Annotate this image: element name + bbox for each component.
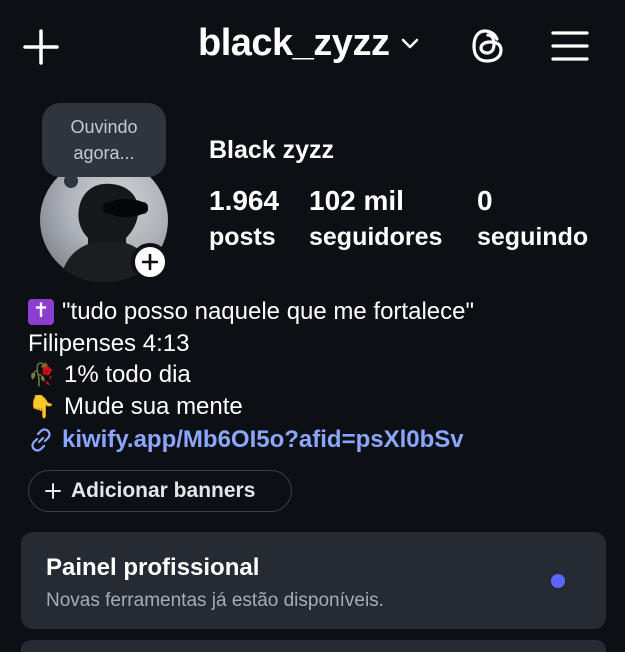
username: black_zyzz	[198, 22, 390, 64]
following-count: 0	[477, 185, 493, 216]
bio-line-1: ✝ "tudo posso naquele que me fortalece"	[28, 296, 474, 328]
create-button[interactable]	[20, 26, 62, 68]
stat-following[interactable]: 0 seguindo	[477, 184, 588, 256]
top-bar: black_zyzz	[0, 0, 625, 95]
stat-posts[interactable]: 1.964 posts	[209, 184, 279, 256]
notification-dot	[551, 574, 565, 588]
wilted-rose-icon: 🥀	[28, 362, 56, 387]
followers-label: seguidores	[309, 223, 443, 251]
account-switcher[interactable]: black_zyzz	[198, 22, 419, 65]
note-line-1: Ouvindo	[70, 117, 138, 137]
bio-line-3: 🥀 1% todo dia	[28, 359, 474, 391]
bio-link-text: kiwify.app/Mb6OI5o?afid=psXl0bSv	[62, 426, 464, 453]
following-label: seguindo	[477, 223, 589, 251]
add-banners-label: Adicionar banners	[71, 479, 256, 502]
professional-dashboard-card[interactable]: Painel profissional Novas ferramentas já…	[21, 532, 606, 629]
followers-count: 102 mil	[309, 185, 404, 216]
link-icon	[31, 428, 51, 452]
next-card-edge	[21, 640, 606, 652]
posts-count: 1.964	[209, 185, 280, 216]
note-bubble-tail	[64, 174, 78, 188]
add-banners-button[interactable]: Adicionar banners	[28, 470, 292, 512]
bio-quote: "tudo posso naquele que me fortalece"	[62, 298, 474, 325]
note-line-2: agora...	[73, 143, 135, 163]
stat-followers[interactable]: 102 mil seguidores	[309, 184, 442, 256]
posts-label: posts	[209, 223, 276, 251]
chevron-down-icon	[402, 38, 419, 48]
bio-motto-2: Mude sua mente	[64, 392, 243, 420]
bio-motto: 1% todo dia	[64, 361, 191, 388]
note-bubble[interactable]: Ouvindo agora...	[42, 103, 166, 177]
bio-verse: Filipenses 4:13	[28, 329, 190, 357]
threads-icon	[472, 29, 503, 63]
professional-dashboard-subtitle: Novas ferramentas já estão disponíveis.	[46, 590, 384, 611]
pointing-down-icon: 👇	[28, 393, 56, 419]
bio-line-2: Filipenses 4:13	[28, 328, 474, 360]
menu-button[interactable]	[548, 24, 592, 68]
bio-line-4: 👇 Mude sua mente	[28, 391, 474, 423]
plus-icon	[23, 29, 59, 65]
hamburger-menu-icon	[551, 31, 589, 61]
threads-button[interactable]	[466, 24, 510, 68]
professional-dashboard-title: Painel profissional	[46, 554, 260, 581]
add-story-button[interactable]	[131, 243, 169, 281]
display-name: Black zyzz	[209, 136, 335, 164]
add-story-plus-icon	[142, 254, 158, 270]
bio: ✝ "tudo posso naquele que me fortalece" …	[28, 296, 474, 456]
cross-icon: ✝	[28, 298, 54, 325]
bio-link[interactable]: kiwify.app/Mb6OI5o?afid=psXl0bSv	[28, 424, 474, 456]
plus-icon	[45, 483, 61, 499]
